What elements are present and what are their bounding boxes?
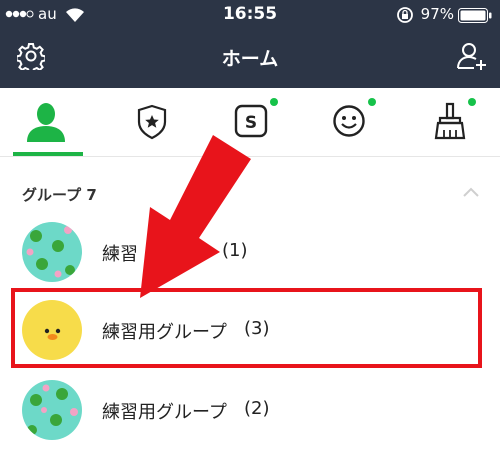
red-arrow-annotation <box>140 135 251 298</box>
